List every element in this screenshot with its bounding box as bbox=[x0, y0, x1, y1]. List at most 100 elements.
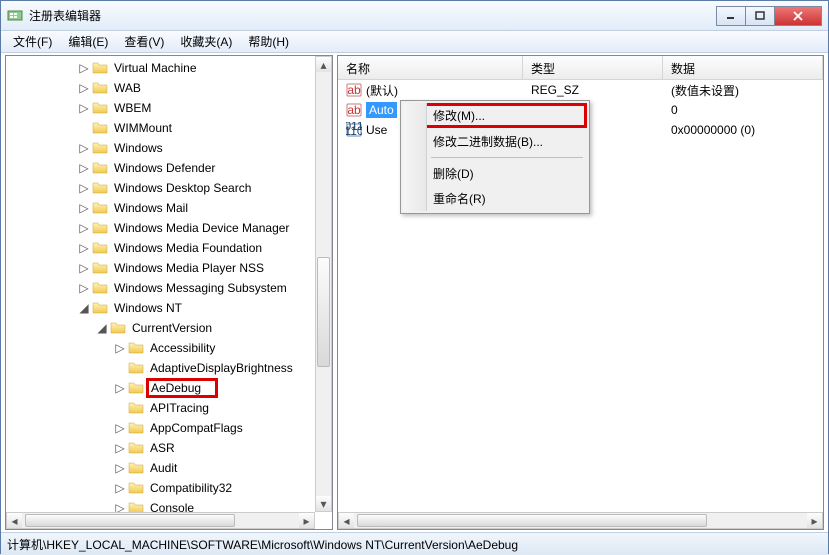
tree-node[interactable]: ▷ Windows Desktop Search bbox=[6, 178, 332, 198]
menu-view[interactable]: 查看(V) bbox=[116, 31, 172, 52]
context-menu-modify-binary[interactable]: 修改二进制数据(B)... bbox=[403, 129, 587, 154]
expand-icon[interactable]: ▷ bbox=[114, 442, 126, 454]
tree-node-label[interactable]: WBEM bbox=[112, 100, 153, 116]
tree-node[interactable]: ▷ Accessibility bbox=[6, 338, 332, 358]
context-menu-modify[interactable]: 修改(M)... bbox=[403, 103, 587, 128]
tree-node-label[interactable]: WAB bbox=[112, 80, 143, 96]
tree-node[interactable]: ▷ Windows Defender bbox=[6, 158, 332, 178]
tree-node[interactable]: ▷ WBEM bbox=[6, 98, 332, 118]
tree-node[interactable]: ▷ Virtual Machine bbox=[6, 58, 332, 78]
tree-node[interactable]: ▷ Windows Mail bbox=[6, 198, 332, 218]
scroll-left-icon[interactable]: ◂ bbox=[7, 513, 22, 528]
expand-icon[interactable]: ▷ bbox=[114, 382, 126, 394]
tree-node[interactable]: ▷ Windows Media Foundation bbox=[6, 238, 332, 258]
tree-node-label[interactable]: CurrentVersion bbox=[130, 320, 214, 336]
registry-tree[interactable]: ▷ Virtual Machine ▷ WAB ▷ WBEM WIMMount ▷ Window… bbox=[6, 56, 332, 520]
tree-node-label[interactable]: Windows NT bbox=[112, 300, 184, 316]
registry-value-list-pane: 名称 类型 数据 ab(默认)REG_SZ(数值未设置)abAuto001111… bbox=[337, 55, 824, 530]
tree-node[interactable]: ▷ ASR bbox=[6, 438, 332, 458]
column-header-type[interactable]: 类型 bbox=[523, 56, 663, 79]
expand-icon[interactable]: ▷ bbox=[78, 102, 90, 114]
scroll-left-icon[interactable]: ◂ bbox=[339, 513, 354, 528]
tree-node-label[interactable]: Windows Media Player NSS bbox=[112, 260, 266, 276]
svg-text:ab: ab bbox=[347, 103, 361, 117]
tree-node[interactable]: ◢ Windows NT bbox=[6, 298, 332, 318]
tree-node-label[interactable]: WIMMount bbox=[112, 120, 174, 136]
tree-node-label[interactable]: Windows Media Foundation bbox=[112, 240, 264, 256]
tree-horizontal-scrollbar[interactable]: ◂ ▸ bbox=[6, 512, 315, 529]
window-controls bbox=[717, 6, 822, 26]
tree-node-label[interactable]: AdaptiveDisplayBrightness bbox=[148, 360, 295, 376]
expand-icon[interactable]: ▷ bbox=[114, 482, 126, 494]
minimize-button[interactable] bbox=[716, 6, 746, 26]
column-header-name[interactable]: 名称 bbox=[338, 56, 523, 79]
tree-node-label[interactable]: Compatibility32 bbox=[148, 480, 234, 496]
tree-node[interactable]: APITracing bbox=[6, 398, 332, 418]
tree-node-label[interactable]: Windows Media Device Manager bbox=[112, 220, 291, 236]
expand-icon[interactable]: ▷ bbox=[78, 202, 90, 214]
tree-node-label[interactable]: Windows bbox=[112, 140, 165, 156]
tree-node-label[interactable]: Windows Defender bbox=[112, 160, 217, 176]
close-button[interactable] bbox=[774, 6, 822, 26]
tree-node-label[interactable]: Audit bbox=[148, 460, 179, 476]
tree-vertical-scrollbar[interactable]: ▴ ▾ bbox=[315, 56, 332, 512]
tree-node[interactable]: ▷ Audit bbox=[6, 458, 332, 478]
tree-node[interactable]: ▷ WAB bbox=[6, 78, 332, 98]
tree-node-label[interactable]: Windows Messaging Subsystem bbox=[112, 280, 289, 296]
tree-node[interactable]: ◢ CurrentVersion bbox=[6, 318, 332, 338]
tree-node[interactable]: ▷ Windows Media Player NSS bbox=[6, 258, 332, 278]
expand-icon[interactable]: ▷ bbox=[78, 182, 90, 194]
tree-node-label[interactable]: APITracing bbox=[148, 400, 211, 416]
column-header-data[interactable]: 数据 bbox=[663, 56, 823, 79]
expand-icon[interactable]: ▷ bbox=[78, 282, 90, 294]
scroll-down-icon[interactable]: ▾ bbox=[316, 496, 331, 511]
collapse-icon[interactable]: ◢ bbox=[78, 302, 90, 314]
expand-icon[interactable]: ▷ bbox=[78, 62, 90, 74]
maximize-button[interactable] bbox=[745, 6, 775, 26]
list-row[interactable]: ab(默认)REG_SZ(数值未设置) bbox=[338, 80, 823, 100]
tree-node-label[interactable]: AeDebug bbox=[146, 378, 218, 398]
menu-favorites[interactable]: 收藏夹(A) bbox=[172, 31, 240, 52]
scroll-thumb[interactable] bbox=[357, 514, 707, 527]
scroll-right-icon[interactable]: ▸ bbox=[807, 513, 822, 528]
expand-icon[interactable]: ▷ bbox=[78, 142, 90, 154]
expand-icon[interactable]: ▷ bbox=[78, 222, 90, 234]
tree-node-label[interactable]: Virtual Machine bbox=[112, 60, 199, 76]
scroll-thumb[interactable] bbox=[25, 514, 235, 527]
collapse-icon[interactable]: ◢ bbox=[96, 322, 108, 334]
tree-node[interactable]: ▷ Compatibility32 bbox=[6, 478, 332, 498]
scroll-thumb[interactable] bbox=[317, 257, 330, 367]
tree-node-label[interactable]: AppCompatFlags bbox=[148, 420, 245, 436]
menu-edit[interactable]: 编辑(E) bbox=[60, 31, 116, 52]
tree-node-label[interactable]: Windows Desktop Search bbox=[112, 180, 253, 196]
context-menu-delete[interactable]: 删除(D) bbox=[403, 161, 587, 186]
tree-node[interactable]: ▷ Windows bbox=[6, 138, 332, 158]
expand-icon[interactable]: ▷ bbox=[78, 162, 90, 174]
menu-help[interactable]: 帮助(H) bbox=[240, 31, 297, 52]
context-menu-rename[interactable]: 重命名(R) bbox=[403, 186, 587, 211]
expand-icon[interactable]: ▷ bbox=[114, 422, 126, 434]
tree-node[interactable]: ▷ AeDebug bbox=[6, 378, 332, 398]
folder-icon bbox=[92, 220, 108, 236]
expand-icon[interactable]: ▷ bbox=[114, 342, 126, 354]
expand-icon[interactable]: ▷ bbox=[78, 82, 90, 94]
statusbar: 计算机\HKEY_LOCAL_MACHINE\SOFTWARE\Microsof… bbox=[1, 532, 828, 555]
tree-node-label[interactable]: Windows Mail bbox=[112, 200, 190, 216]
expand-icon[interactable]: ▷ bbox=[78, 242, 90, 254]
tree-node-label[interactable]: Accessibility bbox=[148, 340, 217, 356]
expand-icon[interactable]: ▷ bbox=[114, 462, 126, 474]
scroll-up-icon[interactable]: ▴ bbox=[316, 57, 331, 72]
tree-node[interactable]: WIMMount bbox=[6, 118, 332, 138]
menu-file[interactable]: 文件(F) bbox=[5, 31, 60, 52]
expand-icon[interactable]: ▷ bbox=[78, 262, 90, 274]
list-horizontal-scrollbar[interactable]: ◂ ▸ bbox=[338, 512, 823, 529]
scroll-right-icon[interactable]: ▸ bbox=[299, 513, 314, 528]
titlebar: 注册表编辑器 bbox=[1, 1, 828, 31]
folder-icon bbox=[128, 340, 144, 356]
tree-node[interactable]: ▷ Windows Messaging Subsystem bbox=[6, 278, 332, 298]
tree-node[interactable]: ▷ Windows Media Device Manager bbox=[6, 218, 332, 238]
tree-node[interactable]: ▷ AppCompatFlags bbox=[6, 418, 332, 438]
context-menu-separator bbox=[431, 157, 583, 158]
tree-node-label[interactable]: ASR bbox=[148, 440, 177, 456]
tree-node[interactable]: AdaptiveDisplayBrightness bbox=[6, 358, 332, 378]
